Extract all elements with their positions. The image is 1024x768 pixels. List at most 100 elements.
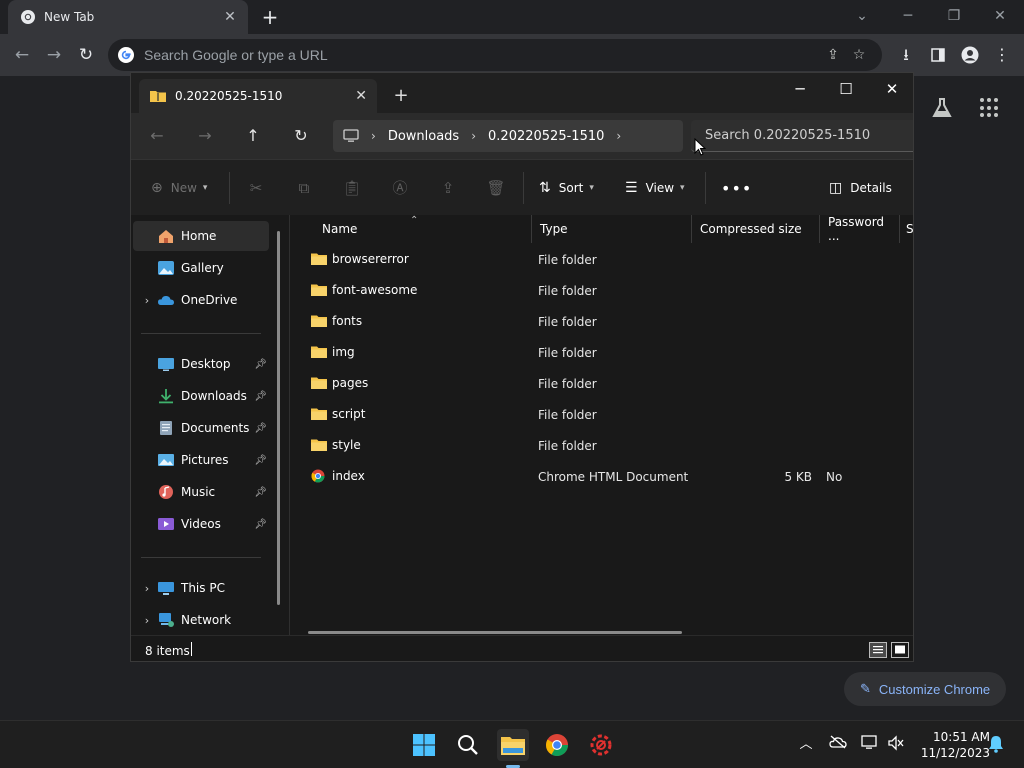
share-icon[interactable]: ⇪ bbox=[437, 177, 459, 199]
close-window-icon[interactable]: ✕ bbox=[869, 75, 913, 103]
tab-search-icon[interactable]: ⌄ bbox=[848, 5, 876, 27]
file-row[interactable]: index Chrome HTML Document 5 KB No bbox=[290, 462, 913, 493]
show-hidden-icons-chevron-icon[interactable]: ︿ bbox=[796, 735, 816, 755]
nav-item-this-pc[interactable]: › This PC bbox=[133, 573, 269, 603]
column-header-type[interactable]: Type bbox=[532, 215, 692, 243]
explorer-new-tab-button[interactable]: + bbox=[389, 84, 413, 108]
sort-button[interactable]: ⇅ Sort ▾ bbox=[539, 176, 594, 200]
nav-item-downloads[interactable]: Downloads 📌︎ bbox=[133, 381, 269, 411]
new-button[interactable]: ⊕ New ▾ bbox=[151, 176, 207, 200]
nav-item-home[interactable]: Home bbox=[133, 221, 269, 251]
nav-item-gallery[interactable]: Gallery bbox=[133, 253, 269, 283]
breadcrumb-downloads[interactable]: Downloads bbox=[388, 129, 459, 144]
pin-icon[interactable]: 📌︎ bbox=[254, 519, 267, 530]
address-bar[interactable]: › Downloads › 0.20220525-1510 › bbox=[333, 120, 683, 152]
maximize-icon[interactable]: ☐ bbox=[823, 75, 869, 103]
close-tab-icon[interactable]: ✕ bbox=[222, 9, 238, 25]
side-panel-icon[interactable] bbox=[926, 43, 950, 67]
nav-item-pictures[interactable]: Pictures 📌︎ bbox=[133, 445, 269, 475]
more-options-icon[interactable]: ••• bbox=[721, 176, 752, 200]
nav-item-documents[interactable]: Documents 📌︎ bbox=[133, 413, 269, 443]
google-apps-icon[interactable] bbox=[980, 98, 1000, 118]
back-icon[interactable]: ← bbox=[145, 124, 169, 148]
file-row[interactable]: img File folder bbox=[290, 338, 913, 369]
network-monitor-icon[interactable] bbox=[860, 735, 880, 755]
nav-item-music[interactable]: Music 📌︎ bbox=[133, 477, 269, 507]
close-tab-icon[interactable]: ✕ bbox=[355, 88, 367, 104]
new-tab-button[interactable]: + bbox=[258, 6, 282, 28]
details-button[interactable]: ◫ Details bbox=[829, 176, 892, 200]
paste-icon[interactable]: 📋︎ bbox=[341, 177, 363, 199]
chevron-right-icon[interactable]: › bbox=[137, 614, 157, 627]
notification-bell-icon[interactable] bbox=[986, 735, 1006, 755]
customize-chrome-button[interactable]: ✎ Customize Chrome bbox=[844, 672, 1006, 706]
onedrive-offline-icon[interactable] bbox=[828, 735, 848, 755]
start-windows-icon[interactable] bbox=[408, 729, 440, 761]
omnibox[interactable]: Search Google or type a URL ⇪ ☆ bbox=[108, 39, 882, 71]
pin-icon[interactable]: 📌︎ bbox=[254, 359, 267, 370]
search-input[interactable]: Search 0.20220525-1510 bbox=[691, 120, 913, 152]
column-header-size[interactable]: Si bbox=[900, 215, 913, 243]
nav-item-onedrive[interactable]: › OneDrive bbox=[133, 285, 269, 315]
chrome-menu-icon[interactable]: ⋮ bbox=[990, 43, 1014, 67]
forward-icon[interactable]: → bbox=[42, 43, 66, 67]
file-row[interactable]: style File folder bbox=[290, 431, 913, 462]
file-explorer-taskbar-icon[interactable] bbox=[497, 729, 529, 761]
minimize-icon[interactable]: ─ bbox=[894, 5, 922, 27]
folder-icon bbox=[311, 284, 327, 296]
chrome-taskbar-icon[interactable] bbox=[541, 729, 573, 761]
file-row[interactable]: fonts File folder bbox=[290, 307, 913, 338]
column-header-compressed-size[interactable]: Compressed size bbox=[692, 215, 820, 243]
close-window-icon[interactable]: ✕ bbox=[986, 5, 1014, 27]
file-row[interactable]: script File folder bbox=[290, 400, 913, 431]
file-row[interactable]: browsererror File folder bbox=[290, 245, 913, 276]
file-row[interactable]: pages File folder bbox=[290, 369, 913, 400]
column-header-password[interactable]: Password ... bbox=[820, 215, 900, 243]
minimize-icon[interactable]: ─ bbox=[777, 75, 823, 103]
pin-icon[interactable]: 📌︎ bbox=[254, 455, 267, 466]
rename-icon[interactable]: Ⓐ bbox=[389, 177, 411, 199]
share-icon[interactable]: ⇪ bbox=[820, 42, 846, 68]
chevron-right-icon[interactable]: › bbox=[137, 294, 157, 307]
chrome-tab-new-tab[interactable]: New Tab ✕ bbox=[8, 0, 248, 34]
nav-scrollbar[interactable] bbox=[277, 231, 280, 605]
status-divider bbox=[191, 642, 192, 656]
system-clock[interactable]: 10:51 AM 11/12/2023 bbox=[912, 729, 990, 761]
thumbnail-view-icon[interactable] bbox=[891, 642, 909, 658]
view-button[interactable]: ☰ View ▾ bbox=[625, 176, 685, 200]
pin-icon[interactable]: 📌︎ bbox=[254, 487, 267, 498]
horizontal-scrollbar[interactable] bbox=[308, 631, 682, 634]
file-row[interactable]: font-awesome File folder bbox=[290, 276, 913, 307]
column-header-name[interactable]: Name ⌃ bbox=[312, 215, 532, 243]
add-icon: ⊕ bbox=[151, 180, 163, 196]
chevron-right-icon[interactable]: › bbox=[137, 582, 157, 595]
restore-icon[interactable]: ❐ bbox=[940, 5, 968, 27]
breadcrumb-current-folder[interactable]: 0.20220525-1510 bbox=[488, 129, 604, 144]
download-icon[interactable]: ⭳ bbox=[894, 43, 918, 67]
pin-icon[interactable]: 📌︎ bbox=[254, 423, 267, 434]
nav-item-network[interactable]: › Network bbox=[133, 605, 269, 635]
copy-icon[interactable]: ⧉ bbox=[293, 177, 315, 199]
nav-divider bbox=[141, 557, 261, 558]
nav-item-desktop[interactable]: Desktop 📌︎ bbox=[133, 349, 269, 379]
explorer-tab[interactable]: 0.20220525-1510 ✕ bbox=[139, 79, 377, 113]
bookmark-star-icon[interactable]: ☆ bbox=[846, 42, 872, 68]
new-button-label: New bbox=[170, 181, 197, 195]
app-gear-taskbar-icon[interactable] bbox=[585, 729, 617, 761]
refresh-icon[interactable]: ↻ bbox=[289, 124, 313, 148]
nav-item-videos[interactable]: Videos 📌︎ bbox=[133, 509, 269, 539]
reload-icon[interactable]: ↻ bbox=[74, 43, 98, 67]
forward-icon[interactable]: → bbox=[193, 124, 217, 148]
search-icon[interactable] bbox=[452, 729, 484, 761]
back-icon[interactable]: ← bbox=[10, 43, 34, 67]
details-view-icon[interactable] bbox=[869, 642, 887, 658]
file-type: File folder bbox=[538, 377, 597, 391]
volume-muted-icon[interactable] bbox=[886, 735, 906, 755]
pin-icon[interactable]: 📌︎ bbox=[254, 391, 267, 402]
up-icon[interactable]: ↑ bbox=[241, 124, 265, 148]
chevron-right-icon[interactable]: › bbox=[616, 129, 621, 143]
delete-icon[interactable]: 🗑︎ bbox=[485, 177, 507, 199]
cut-icon[interactable]: ✂ bbox=[245, 177, 267, 199]
labs-flask-icon[interactable] bbox=[930, 96, 954, 120]
profile-icon[interactable] bbox=[958, 43, 982, 67]
